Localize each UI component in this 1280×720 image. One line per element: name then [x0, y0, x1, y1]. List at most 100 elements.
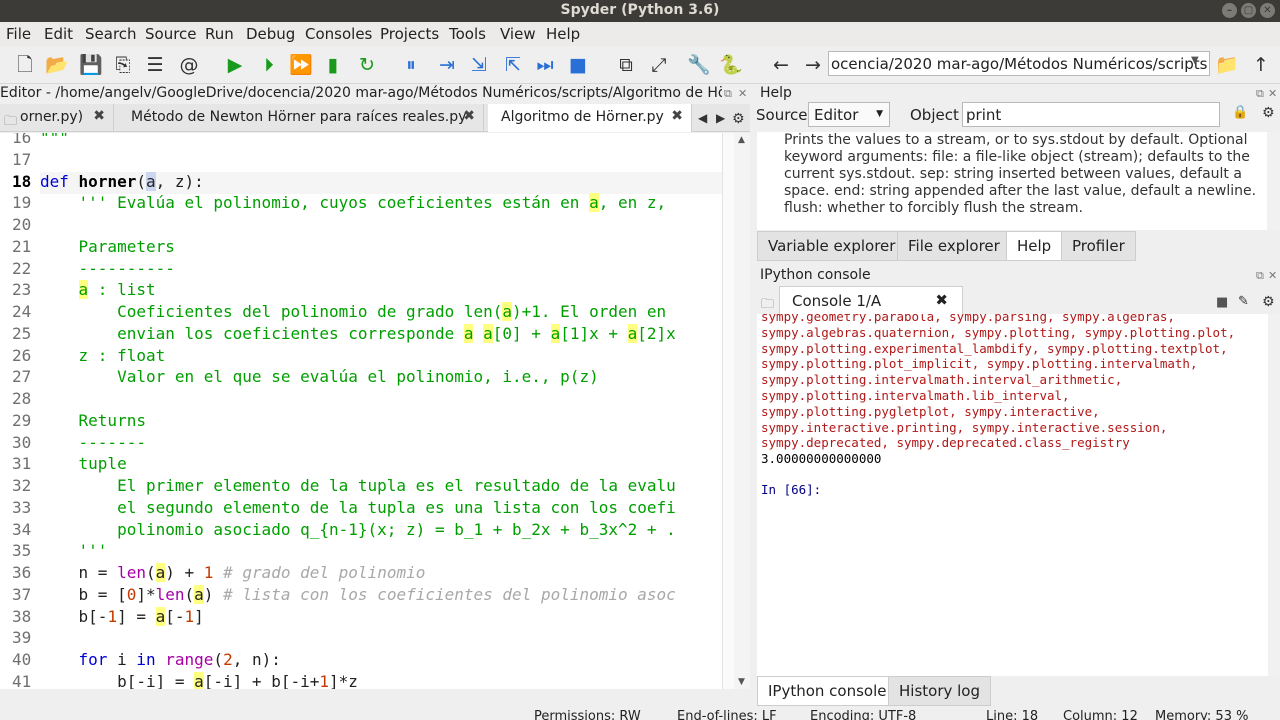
- gear-icon[interactable]: ⚙: [732, 111, 745, 127]
- close-pane-icon[interactable]: ✕: [1268, 269, 1277, 282]
- menu-help[interactable]: Help: [546, 25, 580, 43]
- browse-folder-icon[interactable]: 📁: [1214, 52, 1240, 78]
- code-line[interactable]: el segundo elemento de la tupla es una l…: [40, 498, 676, 520]
- tab-console-1a[interactable]: Console 1/A ✖: [779, 286, 963, 315]
- console-prompt[interactable]: In [66]:: [761, 482, 1268, 498]
- open-folder-icon[interactable]: 📂: [44, 52, 70, 78]
- tab-file-explorer[interactable]: File explorer: [897, 231, 1011, 261]
- code-line[interactable]: b = [0]*len(a) # lista con los coeficien…: [40, 584, 676, 607]
- menu-debug[interactable]: Debug: [246, 25, 295, 43]
- code-line[interactable]: b[-1] = a[-1]: [40, 606, 204, 629]
- browse-tabs-icon[interactable]: 🗀: [4, 112, 17, 134]
- code-line[interactable]: Returns: [40, 411, 146, 433]
- chevron-down-icon[interactable]: ▼: [1191, 55, 1199, 66]
- undock-icon[interactable]: ⧉: [1256, 87, 1264, 101]
- code-line[interactable]: El primer elemento de la tupla es el res…: [40, 476, 676, 498]
- menu-run[interactable]: Run: [205, 25, 234, 43]
- undock-icon[interactable]: ⧉: [724, 87, 732, 101]
- close-tab-icon[interactable]: ✖: [463, 108, 475, 124]
- gear-icon[interactable]: ⚙: [1262, 105, 1275, 121]
- close-tab-icon[interactable]: ✖: [671, 108, 683, 124]
- tab-profiler[interactable]: Profiler: [1061, 231, 1136, 261]
- save-all-icon[interactable]: ⎘: [110, 52, 136, 78]
- code-line[interactable]: -------: [40, 433, 146, 455]
- tab-algoritmo-horner[interactable]: Algoritmo de Hörner.py ✖: [488, 104, 692, 132]
- run-selection-icon[interactable]: ▮: [320, 52, 346, 78]
- scroll-up-icon[interactable]: ▲: [738, 135, 745, 145]
- menu-consoles[interactable]: Consoles: [305, 25, 372, 43]
- menu-projects[interactable]: Projects: [380, 25, 439, 43]
- new-file-icon[interactable]: 🗋: [12, 52, 38, 78]
- menu-file[interactable]: File: [6, 25, 31, 43]
- gear-icon[interactable]: ⚙: [1262, 294, 1275, 310]
- code-line[interactable]: ''': [40, 541, 108, 563]
- tab-help[interactable]: Help: [1006, 231, 1063, 261]
- tab-variable-explorer[interactable]: Variable explorer: [757, 231, 907, 261]
- step-icon[interactable]: ⇥: [434, 52, 460, 78]
- help-object-input[interactable]: print: [962, 102, 1220, 127]
- menu-tools[interactable]: Tools: [449, 25, 486, 43]
- help-source-select[interactable]: Editor ▼: [808, 102, 890, 127]
- run-cell-advance-icon[interactable]: ⏩: [288, 52, 314, 78]
- step-into-icon[interactable]: ⇲: [466, 52, 492, 78]
- maximize-pane-icon[interactable]: ⧉: [613, 52, 639, 78]
- menu-view[interactable]: View: [500, 25, 536, 43]
- menu-edit[interactable]: Edit: [44, 25, 73, 43]
- code-line[interactable]: ----------: [40, 259, 175, 281]
- code-line[interactable]: polinomio asociado q_{n-1}(x; z) = b_1 +…: [40, 520, 676, 542]
- code-line[interactable]: def horner(a, z):: [40, 171, 722, 194]
- scroll-down-icon[interactable]: ▼: [738, 677, 745, 687]
- code-line[interactable]: Valor en el que se evalúa el polinomio, …: [40, 367, 599, 389]
- close-tab-icon[interactable]: ✖: [935, 291, 948, 309]
- minimize-button[interactable]: –: [1222, 3, 1237, 18]
- run-icon[interactable]: ▶: [222, 52, 248, 78]
- maximize-button[interactable]: ▢: [1241, 3, 1256, 18]
- code-line[interactable]: for i in range(2, n):: [40, 650, 281, 672]
- close-pane-icon[interactable]: ✕: [738, 87, 747, 100]
- run-cell-icon[interactable]: ⏵: [256, 52, 282, 78]
- scroll-tabs-left-icon[interactable]: ◀: [698, 111, 707, 125]
- fullscreen-icon[interactable]: ⤢: [646, 52, 672, 78]
- code-line[interactable]: Coeficientes del polinomio de grado len(…: [40, 302, 666, 324]
- code-editor[interactable]: 16 """ 17 18 def horner(a, z): 19 ''' Evalúa …: [0, 133, 722, 689]
- tab-ipython-console[interactable]: IPython console: [757, 676, 898, 706]
- tab-horner-old[interactable]: orner.py) ✖: [18, 104, 114, 132]
- ipython-console[interactable]: sympy.geometry.parabola, sympy.parsing, …: [757, 314, 1268, 676]
- tab-history-log[interactable]: History log: [888, 676, 991, 706]
- undock-icon[interactable]: ⧉: [1256, 269, 1264, 283]
- console-scrollbar[interactable]: [1268, 314, 1280, 676]
- save-icon[interactable]: 💾: [78, 52, 104, 78]
- code-line[interactable]: """: [40, 133, 69, 150]
- menu-source[interactable]: Source: [145, 25, 197, 43]
- stop-icon[interactable]: ■: [565, 52, 591, 78]
- code-line[interactable]: tuple: [40, 454, 127, 476]
- continue-icon[interactable]: ⏭: [532, 52, 558, 78]
- code-line[interactable]: z : float: [40, 346, 166, 368]
- back-arrow-icon[interactable]: ←: [768, 52, 794, 78]
- code-line[interactable]: n = len(a) + 1 # grado del polinomio: [40, 563, 425, 585]
- clear-console-icon[interactable]: ✎: [1238, 294, 1249, 309]
- code-line[interactable]: ''' Evalúa el polinomio, cuyos coeficien…: [40, 193, 666, 215]
- code-line[interactable]: a : list: [40, 280, 156, 302]
- close-window-button[interactable]: ✕: [1260, 3, 1275, 18]
- rerun-icon[interactable]: ↻: [354, 52, 380, 78]
- preferences-icon[interactable]: 🔧: [686, 52, 712, 78]
- code-line[interactable]: envian los coeficientes corresponde a a[…: [40, 323, 676, 346]
- python-path-icon[interactable]: 🐍: [718, 52, 744, 78]
- forward-arrow-icon[interactable]: →: [800, 52, 826, 78]
- step-return-icon[interactable]: ⇱: [500, 52, 526, 78]
- help-scrollbar[interactable]: [1267, 132, 1280, 230]
- scroll-tabs-right-icon[interactable]: ▶: [716, 111, 725, 125]
- debug-icon[interactable]: ⏸: [398, 52, 424, 78]
- editor-scrollbar[interactable]: ▲ ▼: [734, 133, 750, 689]
- working-directory-input[interactable]: ocencia/2020 mar-ago/Métodos Numéricos/s…: [828, 51, 1210, 76]
- lock-icon[interactable]: 🔒: [1232, 105, 1248, 120]
- menu-search[interactable]: Search: [85, 25, 137, 43]
- close-tab-icon[interactable]: ✖: [93, 108, 105, 124]
- tab-newton-horner[interactable]: Método de Newton Hörner para raíces real…: [118, 104, 484, 132]
- up-arrow-icon[interactable]: ↑: [1248, 52, 1274, 78]
- code-line[interactable]: Parameters: [40, 237, 175, 259]
- at-icon[interactable]: @: [176, 52, 202, 78]
- list-icon[interactable]: ☰: [142, 52, 168, 78]
- close-pane-icon[interactable]: ✕: [1268, 87, 1277, 100]
